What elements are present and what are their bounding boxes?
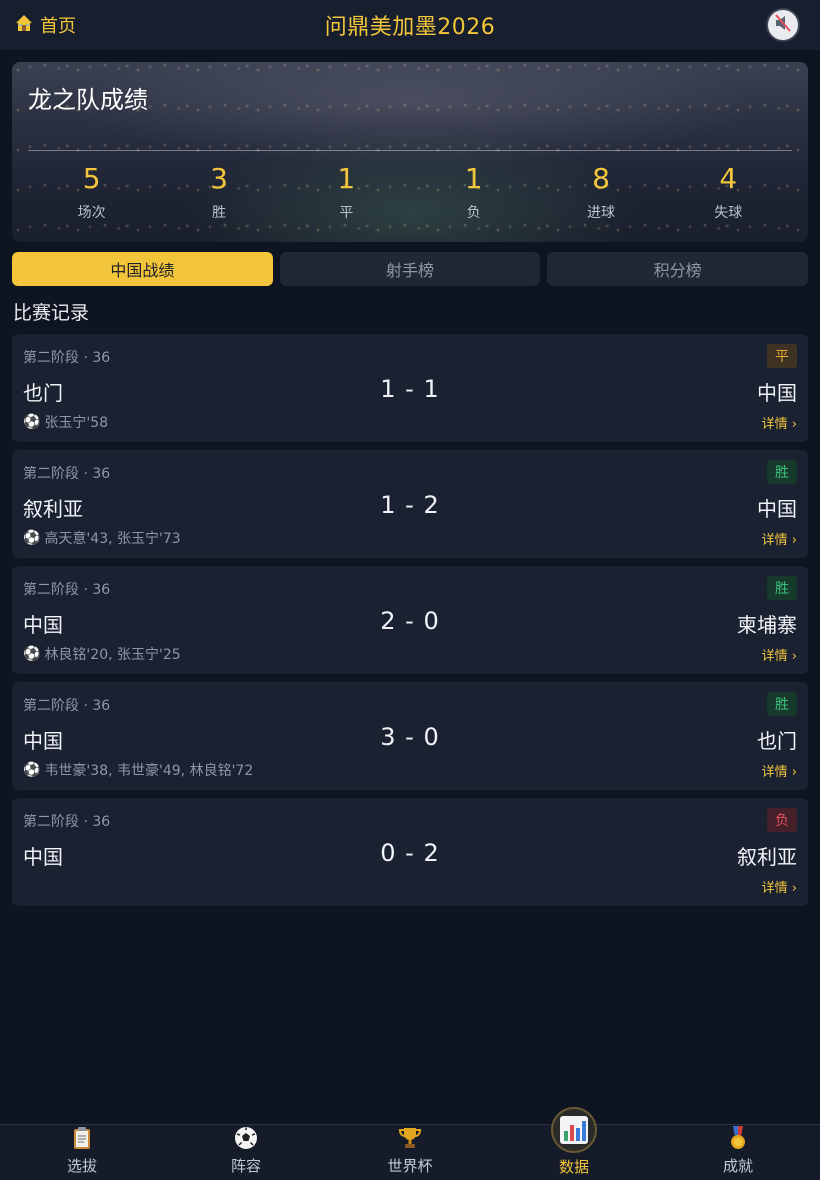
stat-value: 1 xyxy=(464,162,483,195)
goal-scorers: ⚽ 韦世豪'38, 韦世豪'49, 林良铭'72 xyxy=(23,760,253,780)
mute-button[interactable] xyxy=(766,8,800,42)
nav-item-data[interactable]: 数据 xyxy=(492,1107,656,1180)
goal-scorers: ⚽ 高天意'43, 张玉宁'73 xyxy=(23,528,181,548)
match-score: 0 - 2 xyxy=(380,839,440,867)
nav-label: 世界杯 xyxy=(387,1157,433,1175)
stat-goals-against: 4 失球 xyxy=(665,162,792,222)
stat-label: 平 xyxy=(339,205,354,221)
nav-label: 选拔 xyxy=(66,1157,97,1175)
away-team: 叙利亚 xyxy=(737,845,797,869)
soccer-ball-icon: ⚽ xyxy=(23,762,41,778)
stat-label: 进球 xyxy=(586,205,615,221)
match-stage: 第二阶段 · 36 xyxy=(23,698,111,714)
tab-china-record[interactable]: 中国战绩 xyxy=(12,252,273,286)
away-team: 中国 xyxy=(757,497,797,521)
stat-label: 失球 xyxy=(714,205,743,221)
tab-standings[interactable]: 积分榜 xyxy=(547,252,809,286)
stat-value: 3 xyxy=(210,162,228,195)
match-stage: 第二阶段 · 36 xyxy=(23,814,111,830)
match-score: 1 - 2 xyxy=(380,491,440,519)
detail-link[interactable]: 详情 › xyxy=(762,413,797,432)
clipboard-icon xyxy=(71,1125,93,1151)
stat-losses: 1 负 xyxy=(410,162,537,222)
nav-item-world-cup[interactable]: 世界杯 xyxy=(328,1125,492,1180)
match-score: 1 - 1 xyxy=(380,375,440,403)
match-stage: 第二阶段 · 36 xyxy=(23,350,111,366)
nav-item-selection[interactable]: 选拔 xyxy=(0,1125,164,1180)
soccer-ball-icon: ⚽ xyxy=(23,530,41,546)
stats-row: 5 场次 3 胜 1 平 1 负 8 进球 4 失球 xyxy=(28,162,792,222)
match-score: 2 - 0 xyxy=(380,607,440,635)
soccer-ball-icon: ⚽ xyxy=(23,414,41,430)
stat-label: 场次 xyxy=(77,205,106,221)
match-card[interactable]: 第二阶段 · 36 胜 中国 2 - 0 柬埔寨 ⚽ 林良铭'20, 张玉宁'2… xyxy=(12,566,808,674)
team-summary-card: 龙之队成绩 5 场次 3 胜 1 平 1 负 8 进球 4 失球 xyxy=(12,62,808,242)
stat-value: 1 xyxy=(337,162,356,195)
match-stage: 第二阶段 · 36 xyxy=(23,582,111,598)
match-card[interactable]: 第二阶段 · 36 负 中国 0 - 2 叙利亚 详情 › xyxy=(12,798,808,906)
scorers-text: 高天意'43, 张玉宁'73 xyxy=(44,531,181,547)
nav-label: 成就 xyxy=(722,1157,753,1175)
stat-wins: 3 胜 xyxy=(155,162,282,222)
match-card[interactable]: 第二阶段 · 36 胜 中国 3 - 0 也门 ⚽ 韦世豪'38, 韦世豪'49… xyxy=(12,682,808,790)
result-badge: 胜 xyxy=(767,460,797,484)
scorers-text: 韦世豪'38, 韦世豪'49, 林良铭'72 xyxy=(44,763,254,779)
nav-item-lineup[interactable]: 阵容 xyxy=(164,1125,328,1180)
stat-label: 负 xyxy=(466,205,481,221)
bottom-nav: 选拔 阵容 世界杯 数据 成就 xyxy=(0,1107,820,1180)
summary-title: 龙之队成绩 xyxy=(28,86,148,114)
detail-link[interactable]: 详情 › xyxy=(762,877,797,896)
match-card[interactable]: 第二阶段 · 36 平 也门 1 - 1 中国 ⚽ 张玉宁'58 详情 › xyxy=(12,334,808,442)
home-icon xyxy=(14,13,34,37)
goal-scorers: ⚽ 张玉宁'58 xyxy=(23,412,108,432)
home-link[interactable]: 首页 xyxy=(14,12,76,38)
result-badge: 胜 xyxy=(767,692,797,716)
stat-value: 5 xyxy=(82,162,101,195)
match-list: 第二阶段 · 36 平 也门 1 - 1 中国 ⚽ 张玉宁'58 详情 › 第二… xyxy=(12,334,808,914)
stat-matches: 5 场次 xyxy=(28,162,155,222)
away-team: 也门 xyxy=(757,729,797,753)
stat-value: 4 xyxy=(719,162,738,195)
nav-label: 阵容 xyxy=(230,1157,261,1175)
stat-label: 胜 xyxy=(211,205,226,221)
nav-label: 数据 xyxy=(558,1158,589,1176)
medal-icon xyxy=(727,1125,749,1151)
stat-draws: 1 平 xyxy=(283,162,410,222)
result-badge: 胜 xyxy=(767,576,797,600)
trophy-icon xyxy=(398,1125,422,1151)
top-bar: 首页 问鼎美加墨2026 xyxy=(0,0,820,50)
detail-link[interactable]: 详情 › xyxy=(762,761,797,780)
home-label: 首页 xyxy=(40,16,76,37)
bar-chart-icon xyxy=(551,1107,597,1153)
detail-link[interactable]: 详情 › xyxy=(762,529,797,548)
match-card[interactable]: 第二阶段 · 36 胜 叙利亚 1 - 2 中国 ⚽ 高天意'43, 张玉宁'7… xyxy=(12,450,808,558)
result-badge: 负 xyxy=(767,808,797,832)
away-team: 柬埔寨 xyxy=(737,613,797,637)
away-team: 中国 xyxy=(757,381,797,405)
result-badge: 平 xyxy=(767,344,797,368)
detail-link[interactable]: 详情 › xyxy=(762,645,797,664)
summary-divider xyxy=(28,150,792,151)
match-score: 3 - 0 xyxy=(380,723,440,751)
scorers-text: 张玉宁'58 xyxy=(44,415,109,431)
stat-value: 8 xyxy=(592,162,610,195)
app-title: 问鼎美加墨2026 xyxy=(324,15,496,40)
speaker-muted-icon xyxy=(772,12,794,38)
section-title: 比赛记录 xyxy=(13,302,90,324)
soccer-ball-icon: ⚽ xyxy=(23,646,41,662)
soccer-ball-icon xyxy=(234,1125,258,1151)
nav-item-achievements[interactable]: 成就 xyxy=(656,1125,820,1180)
match-stage: 第二阶段 · 36 xyxy=(23,466,111,482)
tab-top-scorers[interactable]: 射手榜 xyxy=(279,252,541,286)
tab-bar: 中国战绩 射手榜 积分榜 xyxy=(12,252,809,286)
scorers-text: 林良铭'20, 张玉宁'25 xyxy=(44,647,181,663)
goal-scorers: ⚽ 林良铭'20, 张玉宁'25 xyxy=(23,644,181,664)
stat-goals-for: 8 进球 xyxy=(537,162,664,222)
